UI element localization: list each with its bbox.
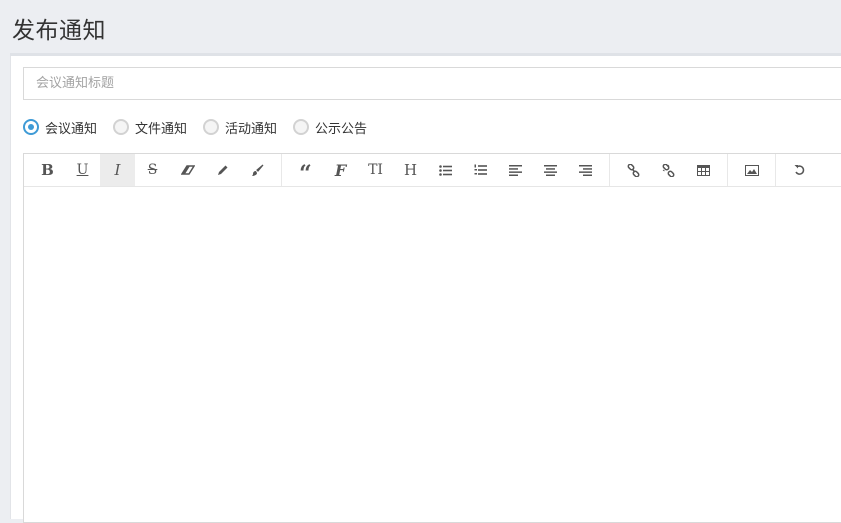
align-left-button[interactable] <box>498 154 533 186</box>
undo-button[interactable] <box>782 154 817 186</box>
list-ol-icon <box>474 164 487 175</box>
ordered-list-button[interactable] <box>463 154 498 186</box>
align-left-icon <box>509 164 522 176</box>
eraser-icon <box>180 165 195 175</box>
radio-unchecked-icon[interactable] <box>293 119 310 135</box>
clear-format-button[interactable] <box>170 154 205 186</box>
align-center-icon <box>544 164 557 176</box>
strikethrough-button[interactable]: S <box>135 154 170 186</box>
font-icon: F <box>334 160 347 180</box>
text-height-icon: TI <box>368 162 383 178</box>
radio-public-announcement[interactable]: 公示公告 <box>293 118 367 137</box>
italic-icon: I <box>114 161 121 179</box>
link-icon <box>627 163 640 177</box>
image-icon <box>744 164 759 176</box>
radio-checked-icon[interactable] <box>23 119 39 135</box>
unordered-list-button[interactable] <box>428 154 463 186</box>
blockquote-button[interactable]: “ <box>288 154 323 186</box>
toolbar-separator <box>281 154 282 186</box>
table-icon <box>697 164 710 176</box>
toolbar-separator <box>727 154 728 186</box>
radio-label: 活动通知 <box>225 121 278 137</box>
toolbar-separator <box>775 154 776 186</box>
font-size-button[interactable]: TI <box>358 154 393 186</box>
header-icon: H <box>403 161 418 179</box>
quote-icon: “ <box>299 161 312 187</box>
strikethrough-icon: S <box>147 162 158 178</box>
radio-label: 公示公告 <box>315 121 368 137</box>
background-color-button[interactable] <box>240 154 275 186</box>
form-panel: 会议通知 文件通知 活动通知 公示公告 B U I S <box>10 56 841 523</box>
align-right-icon <box>579 164 592 176</box>
bold-button[interactable]: B <box>30 154 65 186</box>
insert-image-button[interactable] <box>734 154 769 186</box>
pencil-icon <box>217 165 227 175</box>
bold-icon: B <box>41 161 54 179</box>
radio-activity-notice[interactable]: 活动通知 <box>203 118 277 137</box>
unlink-icon <box>662 163 675 177</box>
italic-button[interactable]: I <box>100 154 135 186</box>
align-right-button[interactable] <box>568 154 603 186</box>
undo-icon <box>794 165 804 175</box>
align-center-button[interactable] <box>533 154 568 186</box>
text-color-button[interactable] <box>205 154 240 186</box>
underline-button[interactable]: U <box>65 154 100 186</box>
radio-file-notice[interactable]: 文件通知 <box>113 118 187 137</box>
radio-label: 会议通知 <box>45 121 98 137</box>
unlink-button[interactable] <box>651 154 686 186</box>
brush-icon <box>252 164 264 176</box>
editor-content-area[interactable] <box>24 187 841 522</box>
radio-meeting-notice[interactable]: 会议通知 <box>23 118 97 137</box>
radio-unchecked-icon[interactable] <box>203 119 220 135</box>
heading-button[interactable]: H <box>393 154 428 186</box>
list-ul-icon <box>439 164 452 176</box>
rich-text-editor: B U I S “ F TI H <box>23 153 841 523</box>
notice-type-radio-group: 会议通知 文件通知 活动通知 公示公告 <box>23 117 383 137</box>
insert-table-button[interactable] <box>686 154 721 186</box>
page-title: 发布通知 <box>12 18 106 44</box>
editor-toolbar: B U I S “ F TI H <box>24 154 841 187</box>
notice-title-input[interactable] <box>23 67 841 100</box>
underline-icon: U <box>76 162 89 178</box>
insert-link-button[interactable] <box>616 154 651 186</box>
radio-label: 文件通知 <box>135 121 188 137</box>
font-family-button[interactable]: F <box>323 154 358 186</box>
toolbar-separator <box>609 154 610 186</box>
radio-unchecked-icon[interactable] <box>113 119 130 135</box>
